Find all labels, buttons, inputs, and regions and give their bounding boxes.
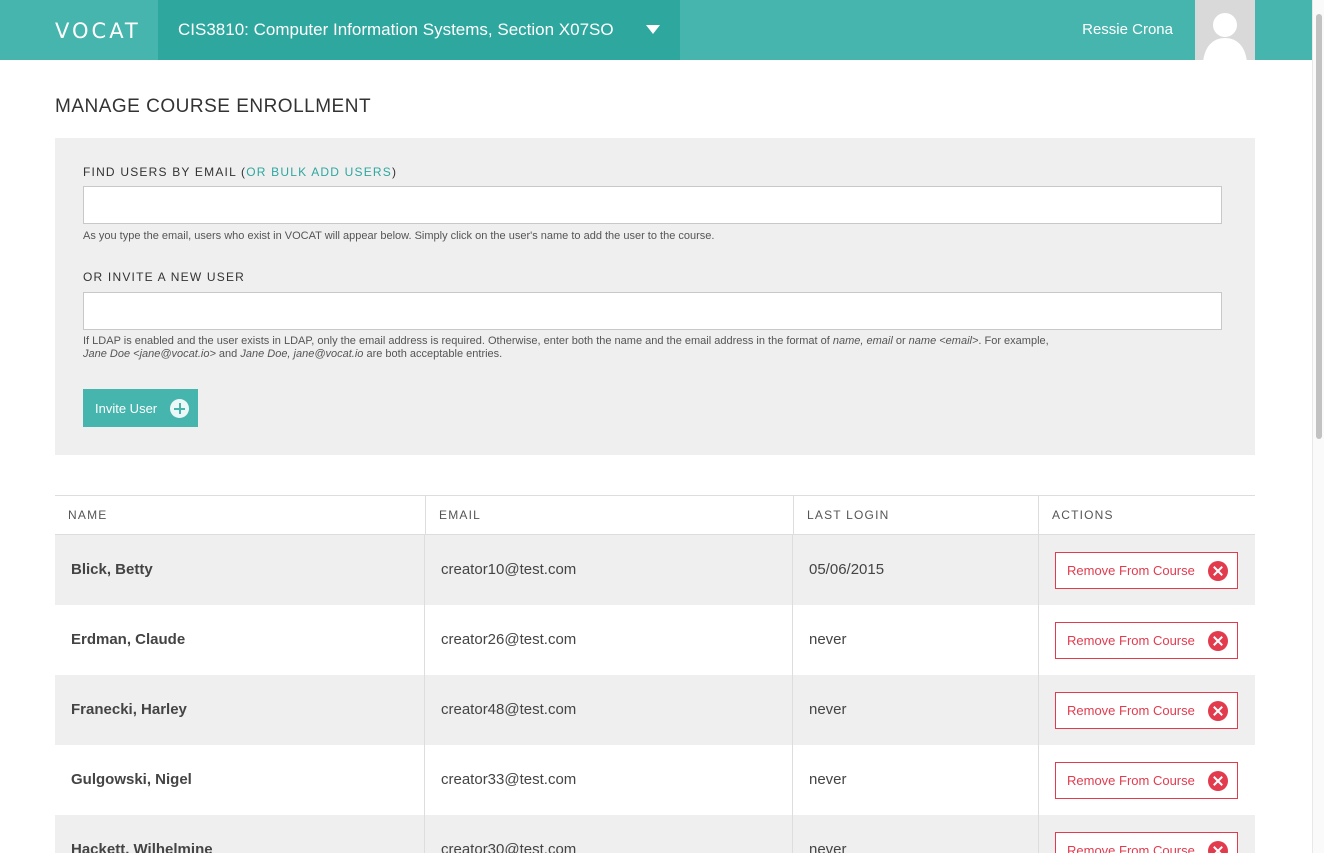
invite-help-example: Jane Doe <jane@vocat.io>: [83, 348, 216, 360]
user-name-cell: Gulgowski, Nigel: [71, 771, 192, 788]
default-avatar-icon: [1195, 0, 1255, 60]
column-divider: [1038, 605, 1039, 675]
find-users-label: FIND USERS BY EMAIL (OR BULK ADD USERS): [83, 165, 397, 179]
last-login-cell: 05/06/2015: [809, 561, 885, 578]
invite-user-input[interactable]: [83, 292, 1222, 330]
remove-button-label: Remove From Course: [1067, 773, 1195, 788]
user-email-cell: creator26@test.com: [441, 631, 577, 648]
invite-help-part: . For example,: [978, 335, 1049, 347]
avatar[interactable]: [1195, 0, 1255, 60]
user-email-cell: creator30@test.com: [441, 841, 577, 853]
table-row: Erdman, Claude creator26@test.com never …: [55, 605, 1255, 675]
column-header-actions: ACTIONS: [1038, 496, 1255, 535]
invite-help-part: are both acceptable entries.: [363, 348, 503, 360]
course-title: CIS3810: Computer Information Systems, S…: [178, 20, 614, 39]
user-email-cell: creator33@test.com: [441, 771, 577, 788]
invite-user-button-label: Invite User: [95, 400, 158, 416]
top-navigation-bar: VOCAT CIS3810: Computer Information Syst…: [0, 0, 1312, 60]
invite-help-example: Jane Doe, jane@vocat.io: [240, 348, 364, 360]
remove-from-course-button[interactable]: Remove From Course: [1055, 692, 1238, 729]
last-login-cell: never: [809, 701, 847, 718]
page-scrollbar[interactable]: [1312, 0, 1324, 853]
course-selector-dropdown[interactable]: CIS3810: Computer Information Systems, S…: [158, 0, 680, 60]
remove-button-label: Remove From Course: [1067, 563, 1195, 578]
close-circle-icon: [1208, 771, 1228, 791]
find-users-label-suffix: ): [392, 165, 398, 179]
remove-button-label: Remove From Course: [1067, 633, 1195, 648]
table-row: Blick, Betty creator10@test.com 05/06/20…: [55, 535, 1255, 605]
user-menu-name[interactable]: Ressie Crona: [1082, 21, 1173, 38]
invite-help-part: and: [215, 348, 241, 360]
close-circle-icon: [1208, 561, 1228, 581]
remove-from-course-button[interactable]: Remove From Course: [1055, 762, 1238, 799]
column-divider: [1038, 745, 1039, 815]
invite-help-example: name <email>: [908, 335, 979, 347]
remove-button-label: Remove From Course: [1067, 703, 1195, 718]
find-users-help-text: As you type the email, users who exist i…: [83, 230, 715, 242]
column-divider: [1038, 675, 1039, 745]
table-row: Hackett, Wilhelmine creator30@test.com n…: [55, 815, 1255, 853]
invite-help-part: If LDAP is enabled and the user exists i…: [83, 335, 833, 347]
user-email-cell: creator10@test.com: [441, 561, 577, 578]
plus-circle-icon: [170, 399, 189, 418]
enrollment-form-panel: FIND USERS BY EMAIL (OR BULK ADD USERS) …: [55, 138, 1255, 455]
user-name-cell: Franecki, Harley: [71, 701, 187, 718]
invite-user-label: OR INVITE A NEW USER: [83, 270, 246, 284]
vocat-logo[interactable]: VOCAT: [55, 19, 141, 43]
last-login-cell: never: [809, 631, 847, 648]
last-login-cell: never: [809, 771, 847, 788]
table-row: Gulgowski, Nigel creator33@test.com neve…: [55, 745, 1255, 815]
column-header-name[interactable]: NAME: [55, 496, 425, 535]
remove-button-label: Remove From Course: [1067, 843, 1195, 853]
table-header-row: NAME EMAIL LAST LOGIN ACTIONS: [55, 495, 1255, 535]
find-users-email-input[interactable]: [83, 186, 1222, 224]
user-name-cell: Erdman, Claude: [71, 631, 186, 648]
invite-help-part: or: [892, 335, 909, 347]
column-divider: [1038, 815, 1039, 853]
enrollment-table: NAME EMAIL LAST LOGIN ACTIONS Blick, Bet…: [55, 495, 1255, 853]
user-name-cell: Blick, Betty: [71, 561, 153, 578]
close-circle-icon: [1208, 701, 1228, 721]
invite-help-example: name, email: [832, 335, 893, 347]
chevron-down-icon: [646, 25, 660, 34]
find-users-label-text: FIND USERS BY EMAIL (: [83, 165, 247, 179]
close-circle-icon: [1208, 631, 1228, 651]
page-title: MANAGE COURSE ENROLLMENT: [55, 96, 372, 117]
user-name-cell: Hackett, Wilhelmine: [71, 841, 213, 853]
column-divider: [1038, 535, 1039, 605]
close-circle-icon: [1208, 841, 1228, 853]
column-header-last-login[interactable]: LAST LOGIN: [793, 496, 1039, 535]
remove-from-course-button[interactable]: Remove From Course: [1055, 552, 1238, 589]
remove-from-course-button[interactable]: Remove From Course: [1055, 622, 1238, 659]
column-header-email[interactable]: EMAIL: [425, 496, 793, 535]
bulk-add-users-link[interactable]: OR BULK ADD USERS: [246, 165, 392, 179]
invite-user-button[interactable]: Invite User: [83, 389, 198, 427]
scrollbar-thumb[interactable]: [1316, 14, 1322, 439]
last-login-cell: never: [809, 841, 847, 853]
user-email-cell: creator48@test.com: [441, 701, 577, 718]
table-row: Franecki, Harley creator48@test.com neve…: [55, 675, 1255, 745]
invite-user-help-text: If LDAP is enabled and the user exists i…: [83, 335, 1222, 361]
remove-from-course-button[interactable]: Remove From Course: [1055, 832, 1238, 853]
